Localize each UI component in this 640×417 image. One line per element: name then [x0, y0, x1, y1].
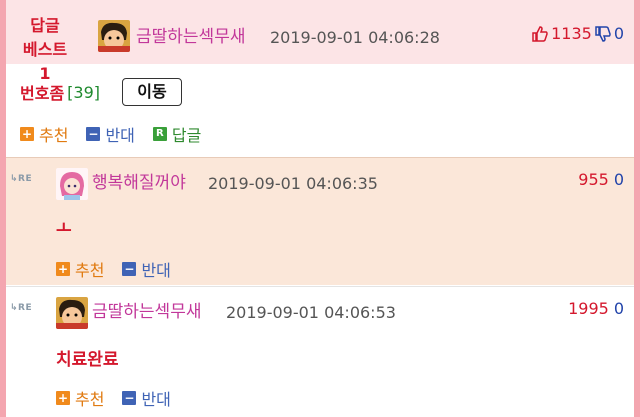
re-icon: ↳RE — [10, 174, 33, 184]
plus-icon: + — [56, 391, 70, 405]
minus-icon: − — [122, 391, 137, 405]
author-name[interactable]: 금딸하는섹무새 — [136, 26, 245, 48]
re-icon: ↳RE — [10, 303, 33, 313]
recommend-button[interactable]: 추천 — [75, 257, 104, 281]
upvote-count: 955 — [578, 170, 609, 189]
minus-icon: − — [86, 127, 101, 141]
comment-body: 치료완료 — [56, 350, 119, 370]
oppose-button[interactable]: 반대 — [141, 257, 170, 281]
number-row: 번호좀 [39] 이동 — [20, 78, 183, 106]
avatar[interactable] — [98, 20, 130, 52]
recommend-button[interactable]: 추천 — [75, 386, 104, 410]
best-tag-line1: 답글 — [30, 16, 60, 35]
minus-icon: − — [122, 262, 137, 276]
upvote-count: 1995 — [568, 299, 609, 318]
vote-summary: 1135 0 — [532, 24, 624, 44]
upvote-count: 1135 — [551, 24, 592, 43]
comment-body: 번호좀 — [20, 84, 65, 103]
thumbs-down-icon[interactable] — [595, 26, 611, 42]
oppose-button[interactable]: 반대 — [141, 386, 170, 410]
comment-body: ㅗ — [56, 219, 72, 239]
best-comment-header: 답글 베스트1 금딸하는섹무새 2019-09-01 04:06:28 1135 — [6, 0, 634, 83]
reply-count: [39] — [67, 82, 101, 102]
comment-section: 답글 베스트1 금딸하는섹무새 2019-09-01 04:06:28 1135 — [6, 0, 634, 417]
author-name[interactable]: 금딸하는섹무새 — [92, 301, 201, 323]
reply-item: ↳RE 금딸하는섹무새 2019-09-01 04:06:53 1995 0 치료… — [6, 286, 634, 417]
comment-date: 2019-09-01 04:06:35 — [208, 174, 378, 193]
avatar[interactable] — [56, 168, 88, 200]
thumbs-up-icon[interactable] — [532, 26, 548, 42]
oppose-button[interactable]: 반대 — [105, 122, 134, 146]
downvote-count: 0 — [613, 24, 624, 43]
reply-button[interactable]: 답글 — [172, 122, 201, 146]
reply-item: ↳RE 행복해질꺼야 2019-09-01 04:06:35 955 0 ㅗ + … — [6, 157, 634, 285]
downvote-count: 0 — [613, 170, 624, 189]
vote-count: 955 0 — [578, 170, 624, 189]
avatar[interactable] — [56, 297, 88, 329]
recommend-button[interactable]: 추천 — [39, 122, 68, 146]
downvote-count: 0 — [613, 299, 624, 318]
best-actions: + 추천 − 반대 R 답글 — [20, 122, 201, 146]
plus-icon: + — [56, 262, 70, 276]
vote-count: 1995 0 — [568, 299, 624, 318]
author-name[interactable]: 행복해질꺼야 — [92, 172, 186, 194]
reply-actions: + 추천 − 반대 — [56, 386, 171, 410]
reply-icon: R — [152, 127, 167, 141]
best-tag: 답글 베스트1 — [20, 14, 70, 86]
plus-icon: + — [20, 127, 34, 141]
reply-actions: + 추천 − 반대 — [56, 257, 171, 281]
comment-date: 2019-09-01 04:06:53 — [226, 303, 396, 322]
move-button[interactable]: 이동 — [122, 78, 183, 106]
comment-date: 2019-09-01 04:06:28 — [270, 28, 440, 47]
